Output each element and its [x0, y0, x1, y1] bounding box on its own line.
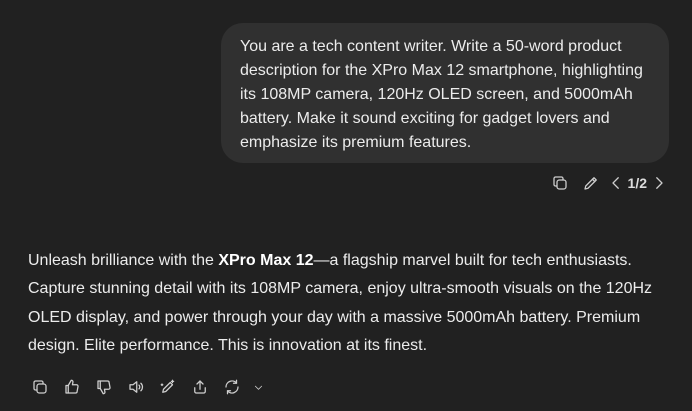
copy-icon [33, 380, 47, 394]
previous-response-button[interactable] [607, 171, 625, 195]
bad-response-button[interactable] [92, 375, 116, 399]
pager-label: 1/2 [627, 175, 647, 191]
chevron-left-icon [611, 177, 619, 189]
speaker-icon [129, 381, 144, 393]
good-response-button[interactable] [60, 375, 84, 399]
chat-page: You are a tech content writer. Write a 5… [0, 0, 692, 411]
read-aloud-button[interactable] [124, 375, 148, 399]
copy-icon[interactable] [548, 171, 572, 195]
edit-canvas-icon [160, 379, 175, 393]
share-icon [194, 380, 206, 394]
copy-response-button[interactable] [28, 375, 52, 399]
next-response-button[interactable] [650, 171, 668, 195]
product-name: XPro Max 12 [218, 252, 314, 269]
response-pager: 1/2 [607, 171, 668, 195]
thumbs-down-icon [97, 380, 111, 395]
edit-in-canvas-button[interactable] [156, 375, 180, 399]
chevron-down-icon[interactable] [252, 375, 264, 399]
assistant-message-actions [28, 375, 272, 399]
user-message-bubble: You are a tech content writer. Write a 5… [221, 23, 669, 163]
chevron-right-icon [656, 177, 663, 189]
user-message-text: You are a tech content writer. Write a 5… [240, 38, 643, 151]
regenerate-icon[interactable] [220, 375, 244, 399]
edit-message-button[interactable] [579, 171, 603, 195]
pencil-icon [583, 177, 597, 190]
thumbs-up-icon [65, 379, 79, 394]
assistant-text-part1: Unleash brilliance with the [28, 252, 219, 269]
share-button[interactable] [188, 375, 212, 399]
regenerate-button[interactable] [220, 375, 272, 399]
user-message-actions: 1/2 [541, 171, 668, 195]
assistant-message: Unleash brilliance with the XPro Max 12—… [28, 247, 668, 360]
